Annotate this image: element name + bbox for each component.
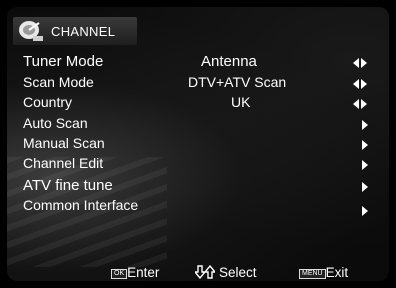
menu-header: CHANNEL — [13, 17, 137, 45]
menu-item-country[interactable]: Country UK — [23, 94, 381, 114]
menu-item-tuner-mode[interactable]: Tuner Mode Antenna — [23, 53, 381, 73]
chevron-right-icon — [361, 204, 369, 220]
chevron-right-icon — [361, 138, 369, 154]
ok-key-icon: OK — [111, 269, 128, 279]
chevron-right-icon — [361, 158, 369, 174]
menu-item-label: Auto Scan — [23, 115, 88, 131]
menu-item-channel-edit[interactable]: Channel Edit — [23, 155, 381, 175]
select-hint: Select — [193, 264, 257, 281]
menu-key-icon: MENU — [299, 269, 326, 279]
menu-item-label: Manual Scan — [23, 135, 105, 151]
menu-item-atv-fine-tune[interactable]: ATV fine tune — [23, 177, 381, 197]
menu-item-label: ATV fine tune — [23, 177, 113, 194]
enter-label: Enter — [127, 265, 160, 280]
menu-item-label: Tuner Mode — [23, 53, 104, 70]
menu-item-manual-scan[interactable]: Manual Scan — [23, 135, 381, 155]
select-label: Select — [219, 265, 257, 280]
osd-menu-panel: CHANNEL Tuner Mode Antenna Scan Mode DTV… — [7, 7, 389, 281]
menu-item-scan-mode[interactable]: Scan Mode DTV+ATV Scan — [23, 74, 381, 94]
exit-hint: MENU Exit — [299, 265, 348, 280]
page-title: CHANNEL — [51, 23, 116, 39]
menu-item-auto-scan[interactable]: Auto Scan — [23, 115, 381, 135]
menu-item-label: Common Interface — [23, 197, 139, 213]
menu-item-label: Country — [23, 94, 73, 110]
menu-item-common-interface[interactable]: Common Interface — [23, 197, 381, 217]
menu-item-label: Channel Edit — [23, 155, 104, 171]
satellite-dish-icon — [17, 19, 45, 43]
up-down-arrow-icon — [193, 264, 217, 281]
enter-hint: OK Enter — [111, 265, 159, 280]
left-right-arrow-icon[interactable] — [353, 56, 367, 73]
left-right-arrow-icon[interactable] — [353, 97, 367, 113]
chevron-right-icon — [361, 180, 369, 197]
key-hint-bar: OK Enter Select MENU Exit — [7, 264, 389, 281]
chevron-right-icon — [361, 118, 369, 134]
left-right-arrow-icon[interactable] — [353, 77, 367, 93]
exit-label: Exit — [325, 265, 349, 280]
menu-item-label: Scan Mode — [23, 74, 94, 90]
